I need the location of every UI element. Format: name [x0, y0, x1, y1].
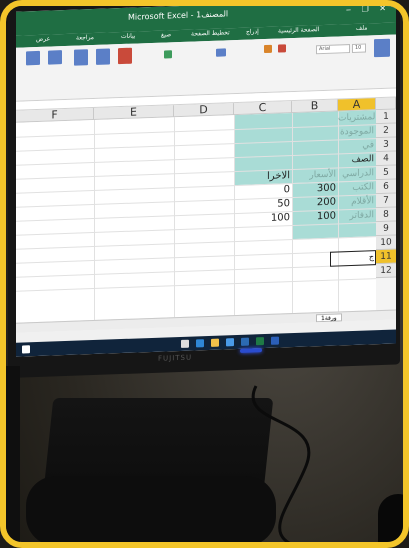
cable — [251, 385, 311, 542]
photo-frame: Microsoft Excel - المصنف1 ‒ ❐ ✕ عرض مراج… — [0, 0, 409, 548]
mouse — [378, 494, 403, 542]
